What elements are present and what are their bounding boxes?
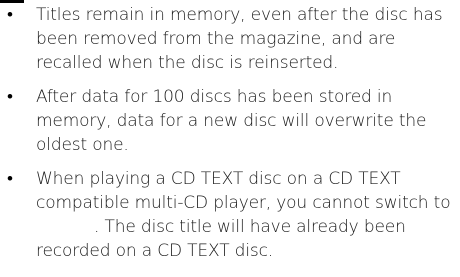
bullet-icon: •: [7, 87, 13, 107]
note-text: When playing a CD TEXT disc on a CD TEXT…: [36, 169, 451, 213]
note-text: After data for 100 discs has been stored…: [36, 87, 427, 155]
note-text-continued: . The disc title will have already been …: [36, 217, 406, 261]
bullet-icon: •: [7, 5, 13, 25]
list-item: • When playing a CD TEXT disc on a CD TE…: [0, 167, 458, 263]
bullet-icon: •: [7, 169, 13, 189]
list-item: • Titles remain in memory, even after th…: [0, 3, 458, 75]
note-text: Titles remain in memory, even after the …: [36, 5, 443, 73]
list-item: • After data for 100 discs has been stor…: [0, 85, 458, 157]
notes-list: • Titles remain in memory, even after th…: [0, 3, 458, 273]
